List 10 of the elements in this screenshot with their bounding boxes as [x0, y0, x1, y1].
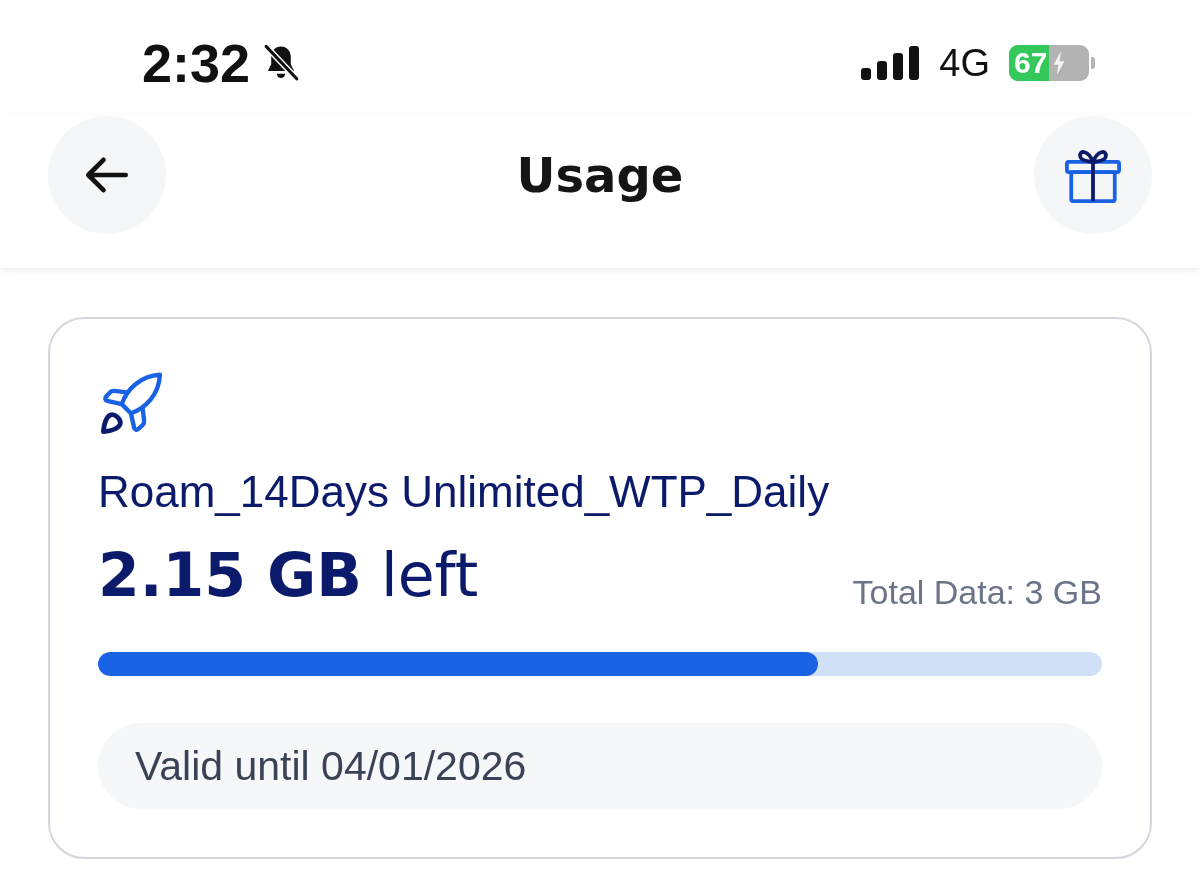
- data-remaining: 2.15 GB left: [98, 540, 479, 610]
- plan-name: Roam_14Days Unlimited_WTP_Daily: [98, 466, 831, 518]
- signal-bars-icon: [861, 46, 920, 80]
- network-type: 4G: [939, 44, 990, 82]
- status-time: 2:32: [142, 36, 251, 90]
- validity-date: Valid until 04/01/2026: [135, 742, 527, 790]
- total-data: Total Data: 3 GB: [852, 572, 1102, 612]
- rocket-icon: [99, 370, 165, 436]
- page-title: Usage: [516, 147, 684, 203]
- battery-percentage: 67: [1009, 45, 1050, 81]
